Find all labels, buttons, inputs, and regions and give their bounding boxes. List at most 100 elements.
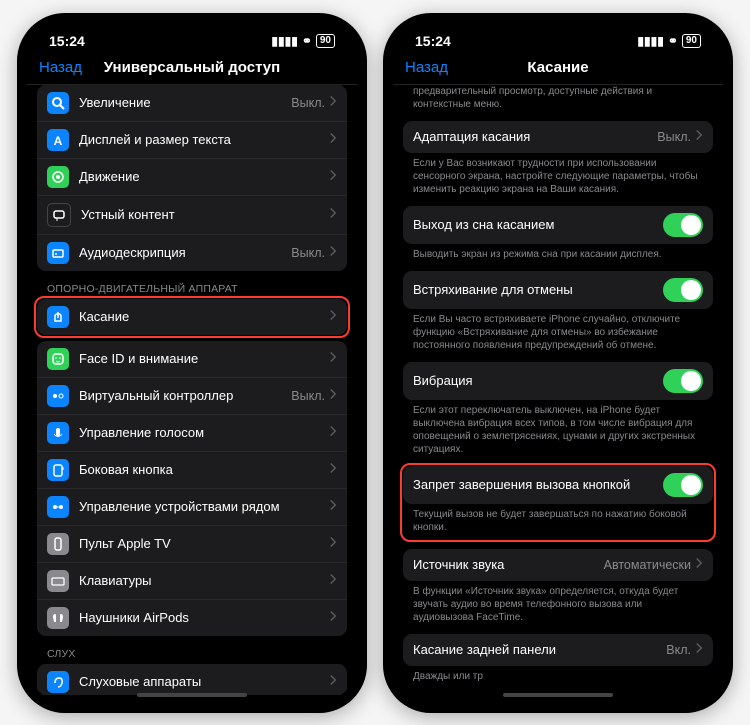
- cell-label: Face ID и внимание: [79, 351, 329, 366]
- chevron-right-icon: [695, 642, 703, 657]
- row-shake-to-undo[interactable]: Встряхивание для отмены: [403, 271, 713, 309]
- group-vision: УвеличениеВыкл. A Дисплей и размер текста Д…: [37, 85, 347, 271]
- cell-label: Боковая кнопка: [79, 462, 329, 477]
- cell-icon: [47, 385, 69, 407]
- cell-label: Клавиатуры: [79, 573, 329, 588]
- home-indicator[interactable]: [503, 693, 613, 697]
- nav-bar: Назад Касание: [393, 53, 723, 85]
- cell-icon: [47, 533, 69, 555]
- settings-row[interactable]: Управление голосом: [37, 414, 347, 451]
- note-backtap: Дважды или тр: [403, 666, 713, 683]
- settings-row[interactable]: Устный контент: [37, 195, 347, 234]
- cell-label: Касание: [79, 309, 329, 324]
- settings-row[interactable]: Пульт Apple TV: [37, 525, 347, 562]
- signal-icon: ▮▮▮▮: [637, 34, 663, 48]
- row-back-tap[interactable]: Касание задней панели Вкл.: [403, 634, 713, 666]
- signal-icon: ▮▮▮▮: [271, 34, 297, 48]
- chevron-right-icon: [329, 388, 337, 403]
- cell-icon: [47, 570, 69, 592]
- settings-row[interactable]: A Дисплей и размер текста: [37, 121, 347, 158]
- phone-right: 15:24 ▮▮▮▮ ⚭ 90 Назад Касание предварите…: [383, 13, 733, 713]
- cell-label: Управление голосом: [79, 425, 329, 440]
- settings-row[interactable]: Виртуальный контроллерВыкл.: [37, 377, 347, 414]
- back-label: Назад: [39, 59, 82, 76]
- settings-row[interactable]: Касание: [37, 299, 347, 335]
- cell-icon: [47, 348, 69, 370]
- chevron-right-icon: [329, 245, 337, 260]
- row-value: Вкл.: [666, 643, 691, 657]
- toggle-vibration[interactable]: [663, 369, 703, 393]
- settings-row[interactable]: Слуховые аппараты: [37, 664, 347, 695]
- row-label: Запрет завершения вызова кнопкой: [413, 477, 663, 492]
- content-scroll[interactable]: предварительный просмотр, доступные дейс…: [393, 85, 723, 695]
- home-indicator[interactable]: [137, 693, 247, 697]
- note-route: В функции «Источник звука» определяется,…: [403, 581, 713, 624]
- row-label: Касание задней панели: [413, 642, 666, 657]
- row-vibration[interactable]: Вибрация: [403, 362, 713, 400]
- row-touch-accommodations[interactable]: Адаптация касания Выкл.: [403, 121, 713, 153]
- group-hearing: Слуховые аппаратыРаспознавание звуковВык…: [37, 664, 347, 695]
- notch: [112, 23, 272, 49]
- settings-row[interactable]: УвеличениеВыкл.: [37, 85, 347, 121]
- cell-value: Выкл.: [291, 389, 325, 403]
- chevron-right-icon: [329, 462, 337, 477]
- link-icon: ⚭: [668, 34, 678, 48]
- chevron-right-icon: [329, 207, 337, 222]
- row-label: Вибрация: [413, 373, 663, 388]
- row-label: Встряхивание для отмены: [413, 282, 663, 297]
- row-value: Выкл.: [657, 130, 691, 144]
- content-scroll[interactable]: УвеличениеВыкл. A Дисплей и размер текста Д…: [27, 85, 357, 695]
- back-button[interactable]: Назад: [37, 59, 82, 76]
- section-header-hearing: СЛУХ: [37, 636, 347, 664]
- settings-row[interactable]: Движение: [37, 158, 347, 195]
- toggle-prevent-lock-end-call[interactable]: [663, 473, 703, 497]
- status-time: 15:24: [415, 33, 451, 49]
- row-audio-routing[interactable]: Источник звука Автоматически: [403, 549, 713, 581]
- cell-label: Управление устройствами рядом: [79, 499, 329, 514]
- toggle-shake-to-undo[interactable]: [663, 278, 703, 302]
- cell-icon: [47, 306, 69, 328]
- cell-label: Дисплей и размер текста: [79, 132, 329, 147]
- chevron-right-icon: [329, 536, 337, 551]
- cell-value: Выкл.: [291, 96, 325, 110]
- cell-icon: A: [47, 129, 69, 151]
- nav-bar: Назад Универсальный доступ: [27, 53, 357, 85]
- row-label: Адаптация касания: [413, 129, 657, 144]
- cell-label: Аудиодескрипция: [79, 245, 291, 260]
- notch: [478, 23, 638, 49]
- cell-value: Выкл.: [291, 246, 325, 260]
- chevron-right-icon: [329, 351, 337, 366]
- cell-icon: [47, 671, 69, 693]
- back-button[interactable]: Назад: [403, 59, 448, 76]
- chevron-right-icon: [329, 610, 337, 625]
- settings-row[interactable]: Face ID и внимание: [37, 341, 347, 377]
- cell-icon: [47, 166, 69, 188]
- note-adapt: Если у Вас возникают трудности при испол…: [403, 153, 713, 196]
- row-label: Источник звука: [413, 557, 604, 572]
- note-vibro: Если этот переключатель выключен, на iPh…: [403, 400, 713, 456]
- settings-row[interactable]: Клавиатуры: [37, 562, 347, 599]
- toggle-tap-to-wake[interactable]: [663, 213, 703, 237]
- note-wake: Выводить экран из режима сна при касании…: [403, 244, 713, 261]
- chevron-right-icon: [329, 499, 337, 514]
- row-prevent-lock-end-call[interactable]: Запрет завершения вызова кнопкой: [403, 466, 713, 504]
- battery-icon: 90: [316, 34, 335, 48]
- cell-icon: [47, 422, 69, 444]
- highlight-call-lock: Запрет завершения вызова кнопкой Текущий…: [400, 463, 716, 542]
- cell-icon: [47, 242, 69, 264]
- chevron-right-icon: [329, 132, 337, 147]
- settings-row[interactable]: АудиодескрипцияВыкл.: [37, 234, 347, 271]
- chevron-right-icon: [329, 95, 337, 110]
- row-tap-to-wake[interactable]: Выход из сна касанием: [403, 206, 713, 244]
- settings-row[interactable]: Боковая кнопка: [37, 451, 347, 488]
- settings-row[interactable]: Управление устройствами рядом: [37, 488, 347, 525]
- back-label: Назад: [405, 59, 448, 76]
- group-motor: Face ID и внимание Виртуальный контроллер…: [37, 341, 347, 636]
- cell-label: Наушники AirPods: [79, 610, 329, 625]
- chevron-right-icon: [329, 674, 337, 689]
- note-shake: Если Вы часто встряхиваете iPhone случай…: [403, 309, 713, 352]
- note-lock: Текущий вызов не будет завершаться по на…: [403, 504, 713, 534]
- cell-label: Виртуальный контроллер: [79, 388, 291, 403]
- battery-icon: 90: [682, 34, 701, 48]
- settings-row[interactable]: Наушники AirPods: [37, 599, 347, 636]
